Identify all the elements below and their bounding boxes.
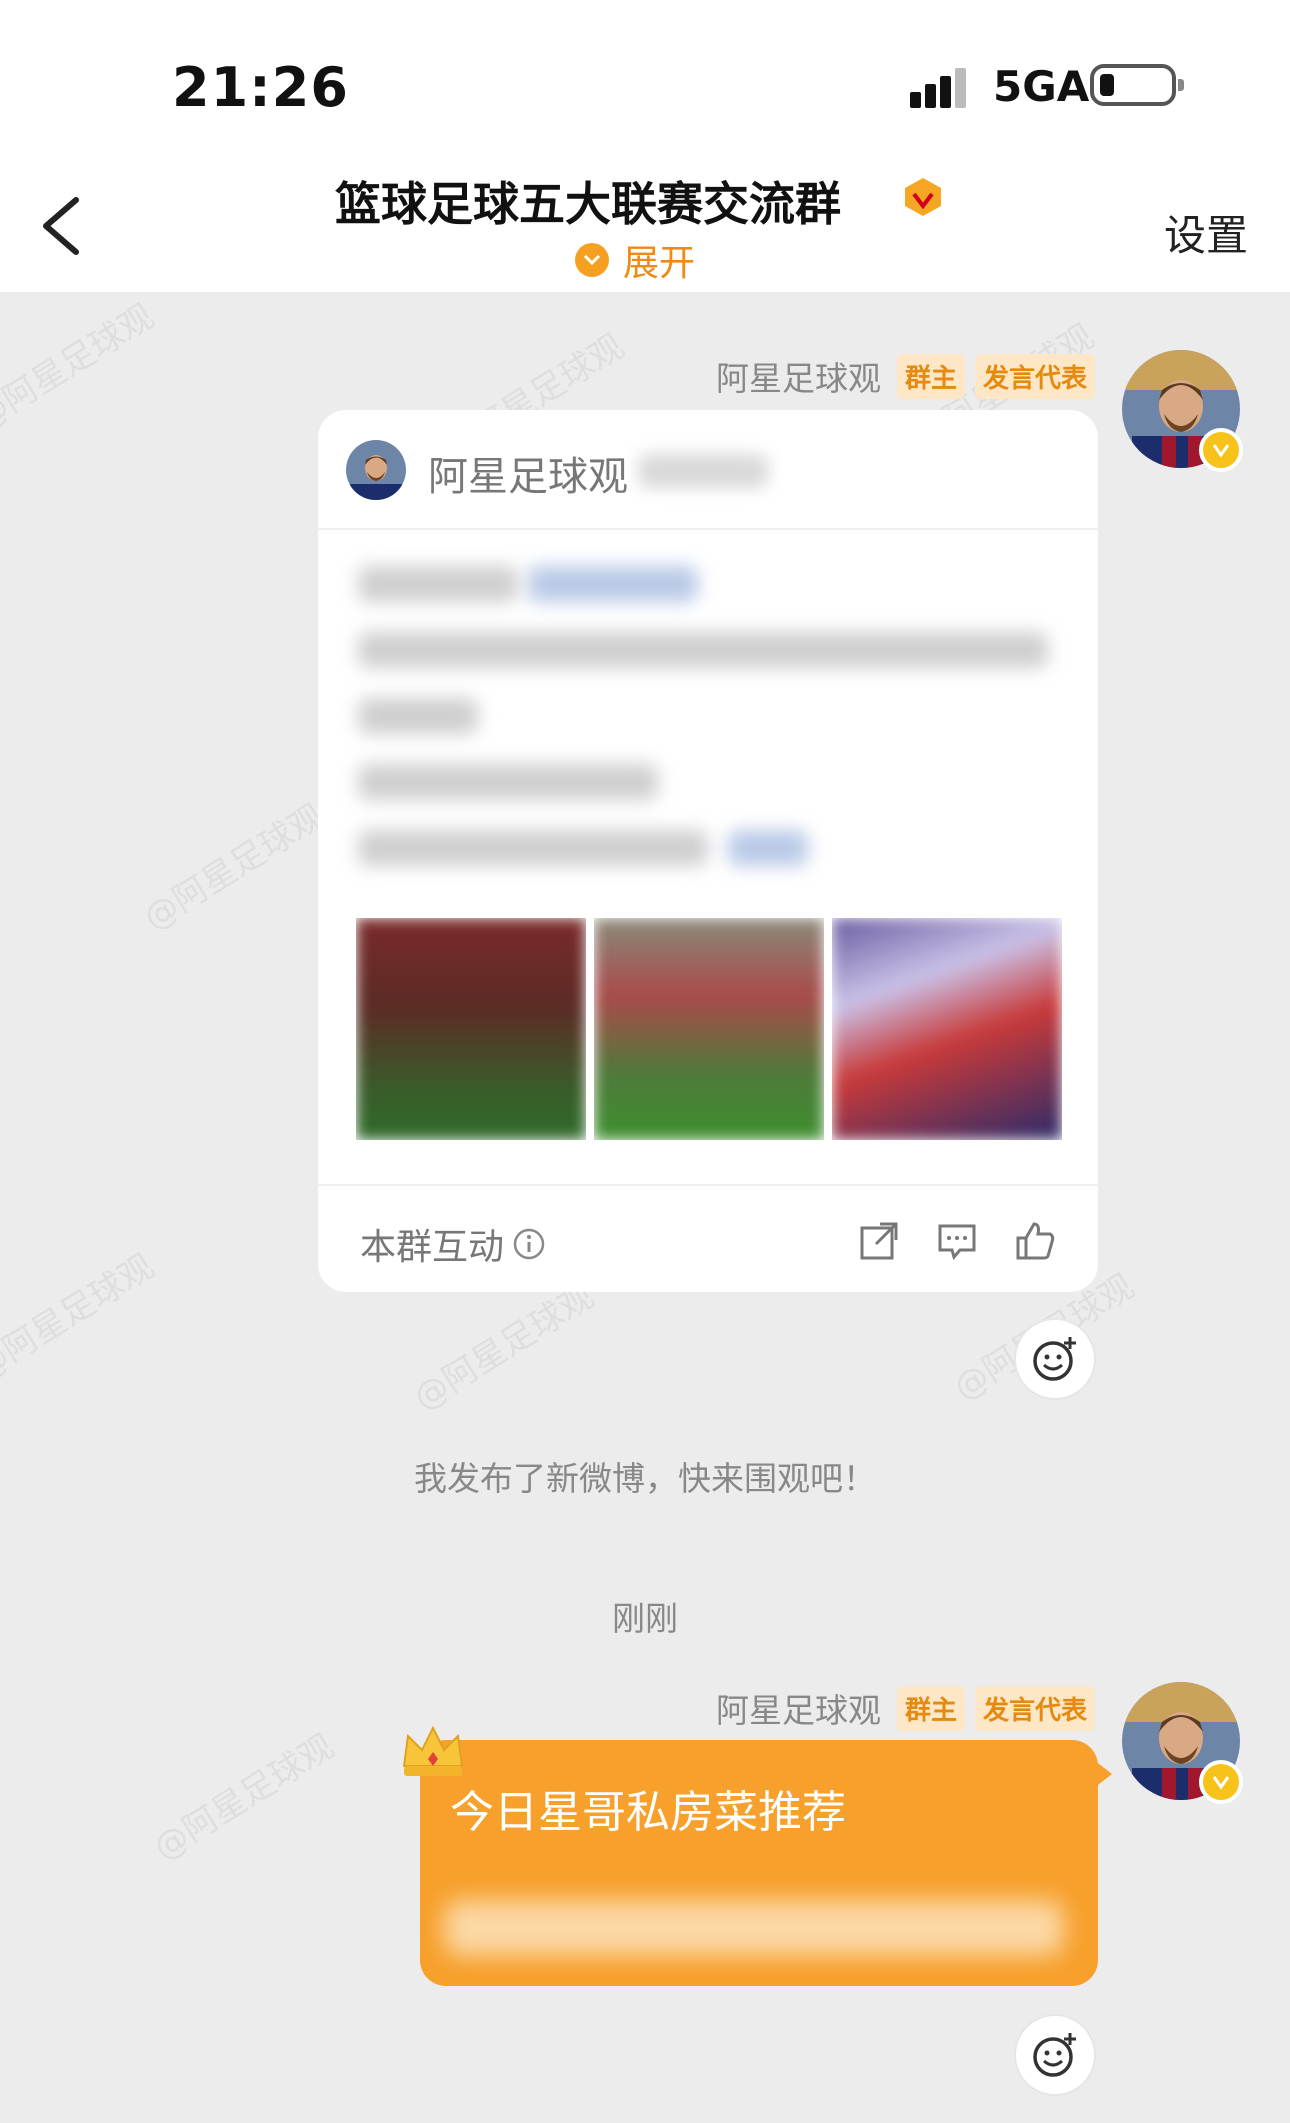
blurred-text: [358, 566, 518, 602]
card-source: 阿星足球观: [428, 454, 628, 500]
blurred-region: [638, 454, 768, 488]
expand-label: 展开: [623, 243, 696, 284]
card-footer: 本群互动: [318, 1184, 1098, 1292]
watermark: @阿星足球观: [146, 1726, 341, 1869]
blurred-text: [358, 698, 478, 734]
interaction-label-text: 本群互动: [360, 1227, 505, 1268]
status-time: 21:26: [172, 56, 349, 119]
watermark: @阿星足球观: [136, 796, 331, 939]
like-icon[interactable]: [1014, 1220, 1056, 1262]
blurred-text: [358, 764, 658, 800]
photo-thumbnail[interactable]: [356, 918, 586, 1140]
emoji-add-icon: [1033, 1337, 1076, 1381]
interaction-label: 本群互动: [360, 1218, 546, 1270]
chevron-left-icon: [43, 197, 79, 255]
sender-name: 阿星足球观: [715, 359, 881, 398]
owner-tag: 群主: [896, 353, 965, 399]
blurred-text: [444, 1900, 1064, 1956]
signal-icon: [910, 68, 976, 108]
rep-tag: 发言代表: [974, 1685, 1095, 1731]
message-bubble[interactable]: 今日星哥私房菜推荐: [420, 1740, 1112, 1986]
back-button[interactable]: [30, 186, 90, 266]
blurred-text: [358, 830, 708, 866]
settings-button[interactable]: 设置: [1164, 202, 1248, 263]
crown-icon: [398, 1722, 468, 1782]
sender-name: 阿星足球观: [715, 1691, 881, 1730]
chevron-down-icon: [575, 243, 609, 277]
verified-badge-icon: [902, 176, 944, 218]
add-reaction-button[interactable]: [1014, 2014, 1096, 2096]
watermark: @阿星足球观: [406, 1276, 601, 1419]
verified-badge-icon: [1199, 1760, 1243, 1804]
top-bar: 21:26 5GA 篮球足球五大联赛交流群 展开 设置: [0, 0, 1290, 292]
blurred-text: [358, 632, 1048, 668]
system-notice: 我发布了新微博，快来围观吧！: [414, 1459, 876, 1498]
battery-icon: [1090, 64, 1184, 106]
card-header: 阿星足球观: [318, 410, 1098, 530]
sender-row: 阿星足球观 群主 发言代表: [716, 1684, 1095, 1732]
share-icon[interactable]: [858, 1220, 900, 1262]
sender-row: 阿星足球观 群主 发言代表: [716, 352, 1095, 400]
group-title[interactable]: 篮球足球五大联赛交流群: [335, 168, 841, 234]
watermark: @阿星足球观: [0, 296, 161, 439]
info-icon: [513, 1228, 545, 1260]
network-type: 5GA: [993, 62, 1090, 111]
watermark: @阿星足球观: [0, 1246, 161, 1389]
blurred-link: [728, 830, 808, 866]
timestamp: 刚刚: [612, 1599, 678, 1638]
blurred-link: [528, 566, 698, 602]
weibo-card[interactable]: 阿星足球观 本群互动: [318, 410, 1098, 1292]
rep-tag: 发言代表: [974, 353, 1095, 399]
expand-button[interactable]: 展开: [575, 236, 695, 284]
owner-tag: 群主: [896, 1685, 965, 1731]
photo-thumbnail[interactable]: [832, 918, 1062, 1140]
photo-thumbnail[interactable]: [594, 918, 824, 1140]
comment-icon[interactable]: [936, 1220, 978, 1262]
card-avatar: [346, 440, 406, 500]
verified-badge-icon: [1199, 428, 1243, 472]
message-text: 今日星哥私房菜推荐: [450, 1787, 846, 1838]
add-reaction-button[interactable]: [1014, 1318, 1096, 1400]
emoji-add-icon: [1033, 2033, 1076, 2077]
photo-grid: [356, 918, 1062, 1140]
